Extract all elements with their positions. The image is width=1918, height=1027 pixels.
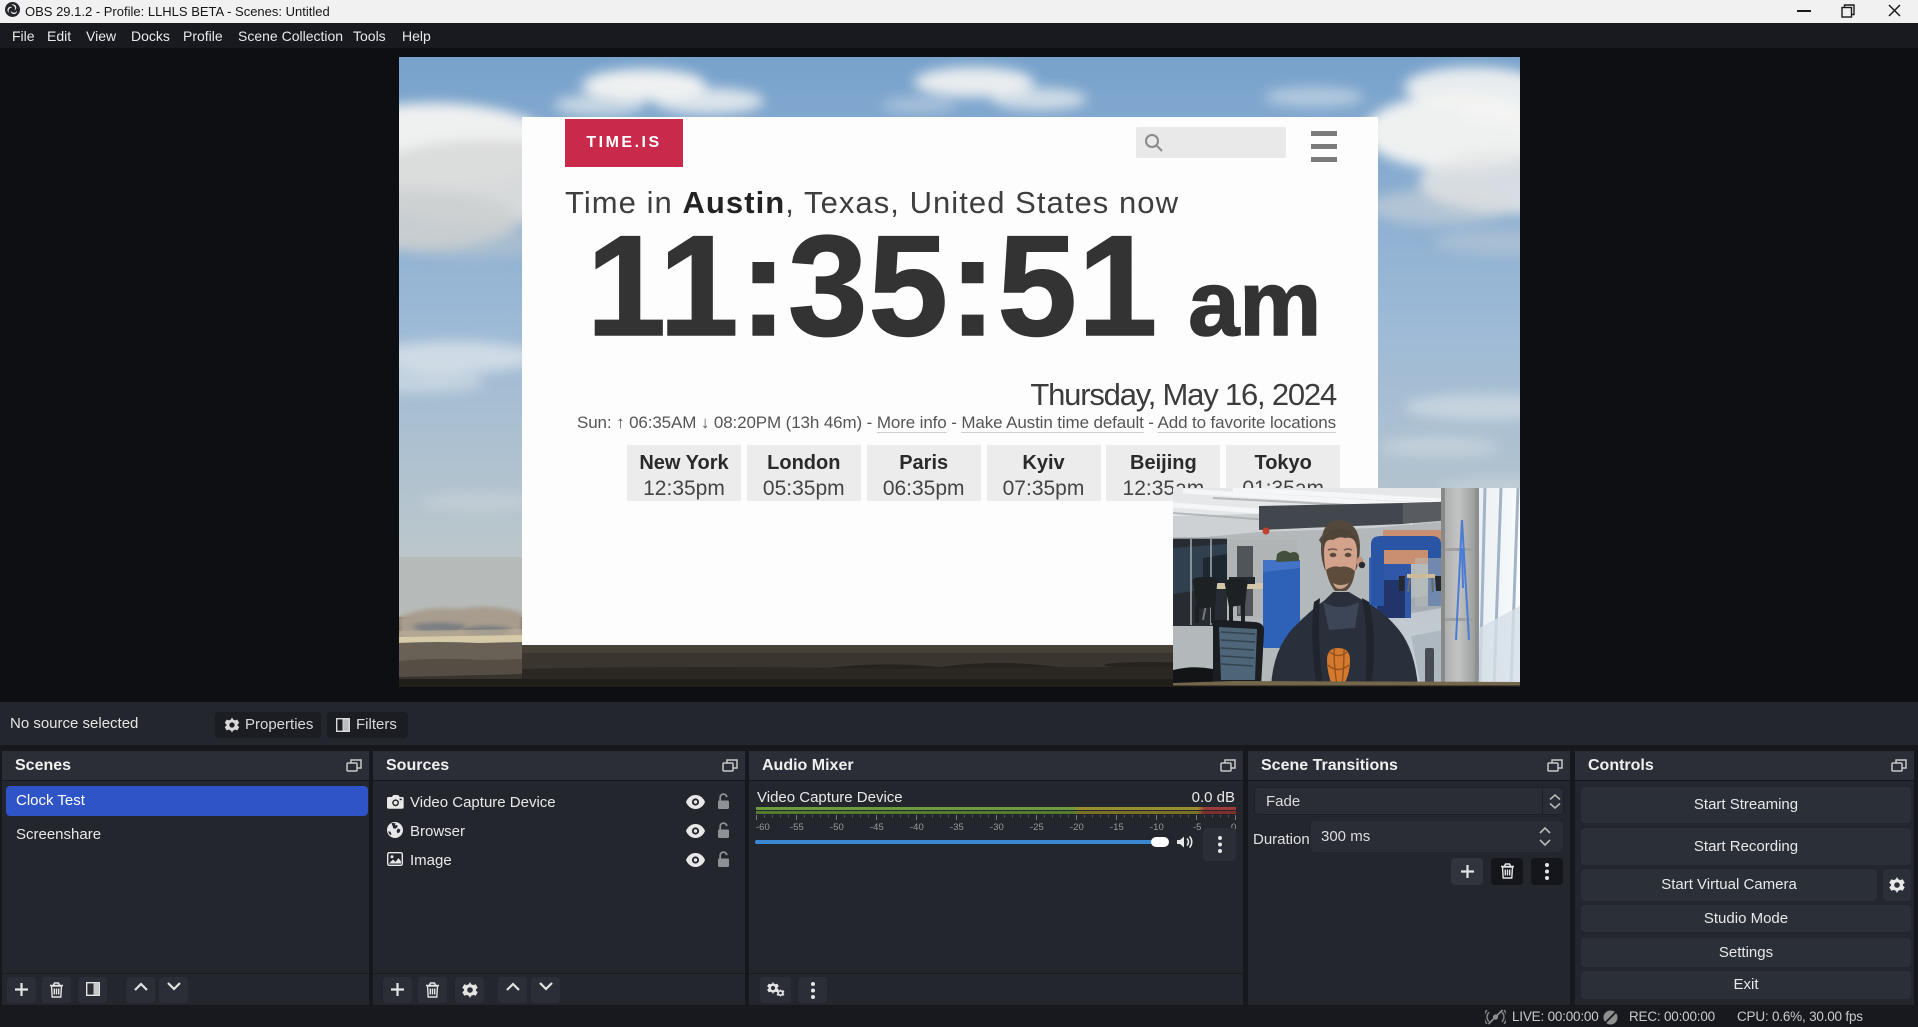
svg-text:-45: -45 (870, 822, 884, 831)
svg-text:-55: -55 (790, 822, 804, 831)
svg-text:-5: -5 (1193, 822, 1201, 831)
svg-text:-25: -25 (1030, 822, 1044, 831)
svg-text:-20: -20 (1070, 822, 1084, 831)
svg-text:-50: -50 (830, 822, 844, 831)
svg-text:-15: -15 (1110, 822, 1124, 831)
svg-text:-10: -10 (1150, 822, 1164, 831)
svg-text:-30: -30 (990, 822, 1004, 831)
svg-text:-35: -35 (950, 822, 964, 831)
svg-text:-60: -60 (756, 822, 770, 831)
svg-text:-40: -40 (910, 822, 924, 831)
